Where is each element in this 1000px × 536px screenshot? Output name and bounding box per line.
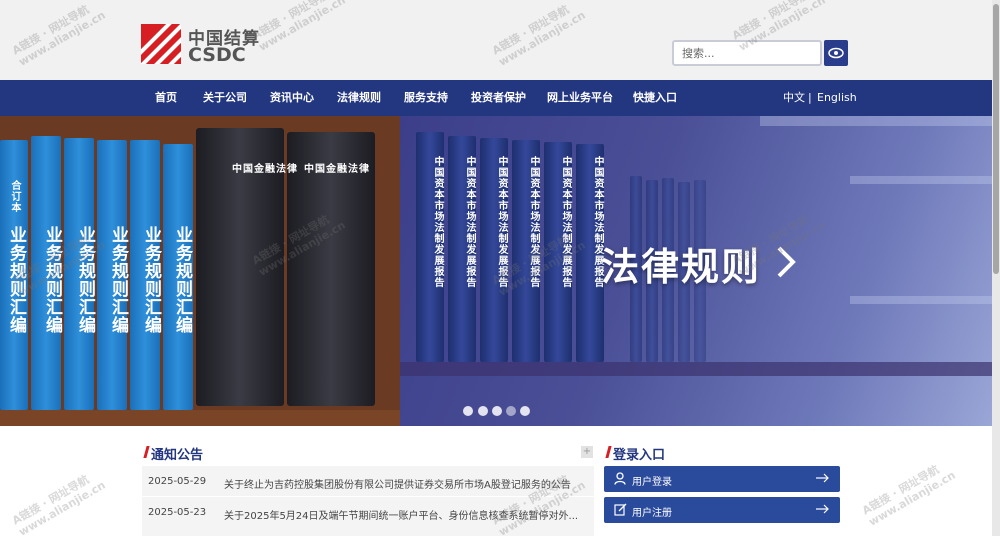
navy-book-title: 中国资本市场法制发展报告 xyxy=(432,156,443,288)
notice-item[interactable]: 2025-05-29 关于终止为吉药控股集团股份有限公司提供证券交易所市场A股登… xyxy=(142,466,594,497)
login-title: 登录入口 xyxy=(613,448,666,463)
notice-date: 2025-05-23 xyxy=(148,507,207,518)
book-spine-title: 业务规则汇编 xyxy=(172,226,192,334)
carousel-dot[interactable] xyxy=(463,406,473,416)
notices-more-button[interactable]: + xyxy=(581,446,593,458)
book-spine-title: 业务规则汇编 xyxy=(42,226,62,334)
lang-separator: | xyxy=(808,91,812,104)
navy-book-title: 中国资本市场法制发展报告 xyxy=(496,156,507,288)
search-box xyxy=(672,40,822,66)
user-login-button[interactable]: 用户登录 xyxy=(604,466,840,492)
book-spine-title: 业务规则汇编 xyxy=(6,226,26,334)
edit-icon xyxy=(614,503,627,516)
book-spine-title: 业务规则汇编 xyxy=(108,226,128,334)
notice-text[interactable]: 关于2025年5月24日及端午节期间统一账户平台、身份信息核查系统暂停对外... xyxy=(224,507,590,522)
nav-online-platform[interactable]: 网上业务平台 xyxy=(547,80,613,116)
dark-book-title: 中国金融法律 xyxy=(304,164,370,175)
banner-title: 法律规则 xyxy=(601,245,762,289)
nav-quick-entry[interactable]: 快捷入口 xyxy=(633,80,677,116)
nav-news[interactable]: 资讯中心 xyxy=(270,80,314,116)
user-icon xyxy=(614,472,626,485)
lang-english[interactable]: English xyxy=(817,80,857,116)
navy-book-title: 中国资本市场法制发展报告 xyxy=(528,156,539,288)
user-login-label: 用户登录 xyxy=(632,477,672,488)
nav-home[interactable]: 首页 xyxy=(155,80,177,116)
lang-chinese[interactable]: 中文 xyxy=(783,80,805,116)
arrow-right-icon xyxy=(816,504,829,514)
site-header: 中国结算 CSDC xyxy=(0,0,1000,80)
shelf-plank xyxy=(0,410,420,426)
watermark: A链接 · 网址导航 www.alianjie.cn xyxy=(860,462,958,529)
shelf-plank xyxy=(760,116,992,126)
book-spine-title: 业务规则汇编 xyxy=(75,226,95,334)
user-register-button[interactable]: 用户注册 xyxy=(604,497,840,523)
dark-book-title: 中国金融法律 xyxy=(232,164,298,175)
carousel-dot-active[interactable] xyxy=(506,406,516,416)
user-register-label: 用户注册 xyxy=(632,508,672,519)
csdc-logo[interactable]: 中国结算 CSDC xyxy=(141,24,271,66)
nav-investor-protection[interactable]: 投资者保护 xyxy=(471,80,526,116)
bookshelf-left: 合订本 业务规则汇编 业务规则汇编 业务规则汇编 业务规则汇编 业务规则汇编 业… xyxy=(0,116,420,426)
book-spine-label: 合订本 xyxy=(9,180,20,213)
carousel-dot[interactable] xyxy=(520,406,530,416)
logo-english-text: CSDC xyxy=(188,44,246,66)
notices-title: 通知公告 xyxy=(151,448,204,463)
csdc-logo-mark xyxy=(141,24,181,64)
watermark: A链接 · 网址导航 www.alianjie.cn xyxy=(10,472,108,536)
search-eye-icon xyxy=(828,47,844,59)
shelf-plank xyxy=(850,296,992,304)
notice-item[interactable]: 2025-05-23 关于2025年5月24日及端午节期间统一账户平台、身份信息… xyxy=(142,497,594,527)
nav-about[interactable]: 关于公司 xyxy=(203,80,247,116)
hero-banner[interactable]: 合订本 业务规则汇编 业务规则汇编 业务规则汇编 业务规则汇编 业务规则汇编 业… xyxy=(0,116,992,426)
notice-date: 2025-05-29 xyxy=(148,476,207,487)
navy-book-title: 中国资本市场法制发展报告 xyxy=(464,156,475,288)
shelf-plank xyxy=(850,176,992,184)
section-marker xyxy=(143,446,150,458)
shelf-plank xyxy=(400,362,992,376)
notice-text[interactable]: 关于终止为吉药控股集团股份有限公司提供证券交易所市场A股登记服务的公告 xyxy=(224,476,590,491)
navy-book-title: 中国资本市场法制发展报告 xyxy=(560,156,571,288)
book-spine-title: 业务规则汇编 xyxy=(141,226,161,334)
section-marker xyxy=(605,446,612,458)
scrollbar-thumb[interactable] xyxy=(993,4,999,274)
chevron-right-icon[interactable] xyxy=(774,244,798,280)
nav-service-support[interactable]: 服务支持 xyxy=(404,80,448,116)
page-scrollbar[interactable] xyxy=(992,0,1000,536)
nav-law-rules[interactable]: 法律规则 xyxy=(337,80,381,116)
arrow-right-icon xyxy=(816,473,829,483)
carousel-dot[interactable] xyxy=(492,406,502,416)
search-button[interactable] xyxy=(824,40,848,66)
main-navigation: 首页 关于公司 资讯中心 法律规则 服务支持 投资者保护 网上业务平台 快捷入口… xyxy=(0,80,1000,116)
search-input[interactable] xyxy=(674,42,814,65)
carousel-dot[interactable] xyxy=(478,406,488,416)
notice-list: 2025-05-29 关于终止为吉药控股集团股份有限公司提供证券交易所市场A股登… xyxy=(142,466,594,536)
